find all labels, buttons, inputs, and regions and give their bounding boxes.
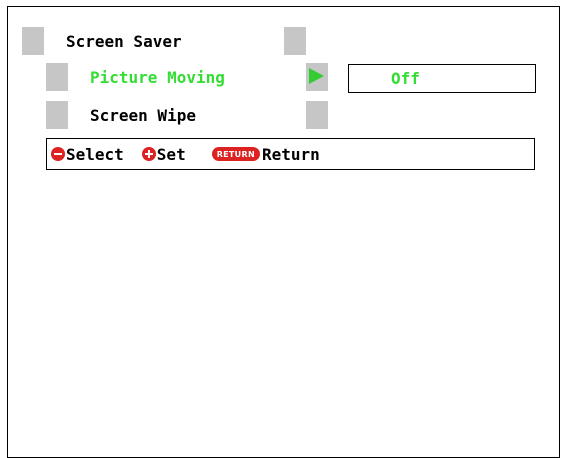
menu-item-cap-left bbox=[46, 63, 68, 91]
menu-item-picture-moving[interactable]: Picture Moving bbox=[46, 63, 328, 91]
set-button-icon bbox=[141, 147, 156, 161]
hint-return: RETURN Return bbox=[211, 144, 320, 164]
menu-item-cap-left bbox=[46, 101, 68, 129]
menu-title-bar: Screen Saver bbox=[22, 27, 306, 55]
menu-title-cap-left bbox=[22, 27, 44, 55]
hint-select: Select bbox=[51, 145, 124, 164]
menu-title-cap-right bbox=[284, 27, 306, 55]
button-guide: Select Set RETURN Return bbox=[46, 138, 535, 170]
menu-item-label: Picture Moving bbox=[68, 63, 306, 91]
hint-select-label: Select bbox=[66, 144, 124, 164]
menu-title: Screen Saver bbox=[44, 27, 284, 55]
hint-return-label: Return bbox=[261, 144, 320, 164]
arrow-right-icon bbox=[309, 68, 324, 84]
picture-moving-value[interactable]: Off bbox=[348, 64, 536, 93]
select-button-icon bbox=[51, 147, 65, 161]
hint-set: Set bbox=[141, 144, 186, 164]
return-button-icon: RETURN bbox=[211, 147, 260, 161]
menu-item-label: Screen Wipe bbox=[68, 101, 306, 129]
menu-item-screen-wipe[interactable]: Screen Wipe bbox=[46, 101, 328, 129]
menu-item-cap-right bbox=[306, 101, 328, 129]
hint-set-label: Set bbox=[156, 144, 186, 164]
